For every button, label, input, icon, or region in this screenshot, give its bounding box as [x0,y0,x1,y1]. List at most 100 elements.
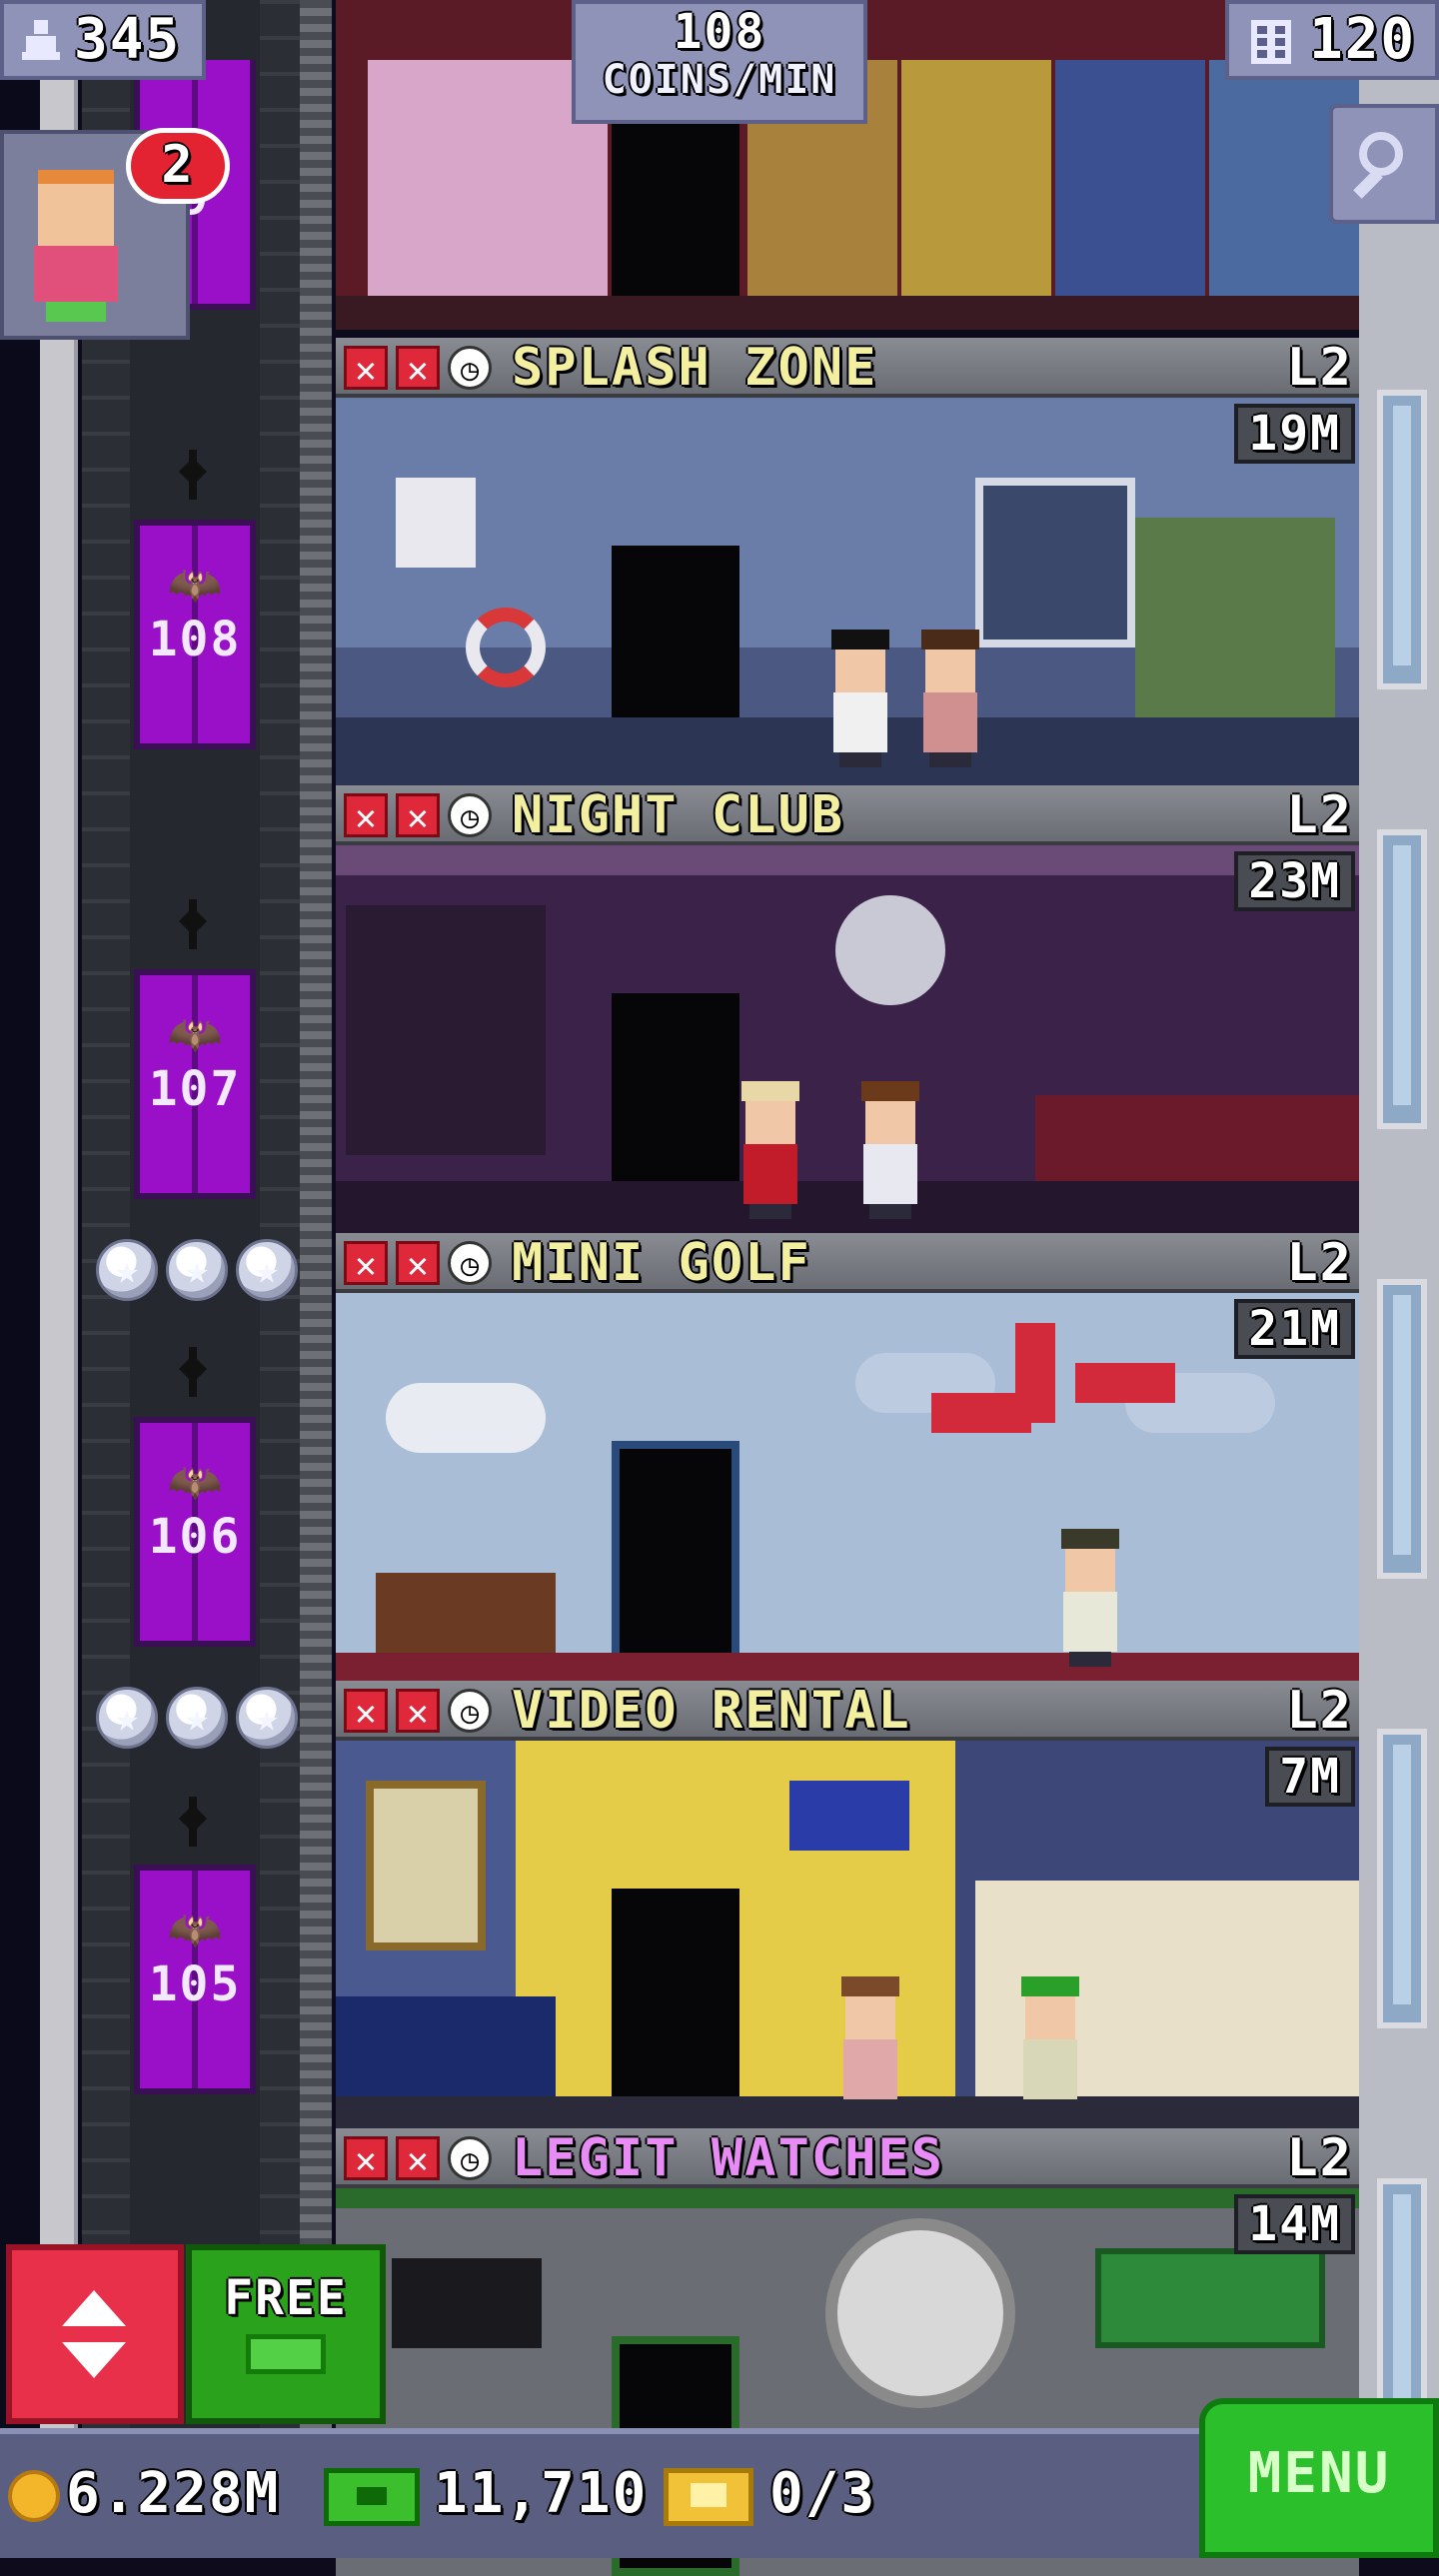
search-button[interactable] [1329,104,1439,224]
coins-rate-unit: COINS/MIN [602,57,837,103]
population-counter[interactable]: 345 [0,0,206,80]
floor-level: L2 [1286,1681,1353,1741]
x-icon: ✕ [396,1689,440,1734]
elevator-marker [178,1347,208,1397]
coins-value: 6.228M [66,2461,281,2526]
floor-night-club[interactable]: ✕ ✕ ◷ NIGHT CLUB L2 23M [336,785,1359,1233]
floor-coins: 7M [1265,1747,1355,1807]
x-icon: ✕ [396,1241,440,1286]
floor-name: NIGHT CLUB [512,785,845,845]
floor-level: L2 [1286,338,1353,398]
star-icon [236,1687,298,1749]
floor-coins: 19M [1234,404,1355,464]
bitizen[interactable] [855,1081,925,1219]
floor-coins: 21M [1234,1299,1355,1359]
floor-name: LEGIT WATCHES [512,2128,944,2188]
floor-room[interactable]: 21M [336,1293,1359,1681]
star-icon [96,1239,158,1301]
floor-title-bar: ✕ ✕ ◷ LEGIT WATCHES L2 [336,2128,1359,2188]
elevator-marker [178,450,208,500]
floor-count-value: 120 [1309,7,1417,72]
floor-door [612,1889,739,2128]
bitizen[interactable] [735,1081,805,1219]
floor-mini-golf[interactable]: ✕ ✕ ◷ MINI GOLF L2 21M [336,1233,1359,1681]
free-bux-button[interactable]: FREE [186,2244,386,2424]
ticket-icon [664,2468,753,2526]
floor-room[interactable]: 19M [336,398,1359,785]
clock-icon [825,2218,1015,2408]
menu-button[interactable]: MENU [1199,2398,1439,2558]
x-icon: ✕ [344,1689,388,1734]
bux-icon [246,2334,326,2374]
elevator-rail [300,0,332,2558]
floor-counter[interactable]: 120 [1225,0,1439,80]
x-icon: ✕ [344,2136,388,2181]
coins-rate-value: 108 [673,4,766,60]
x-icon: ✕ [396,346,440,391]
floor-video-rental[interactable]: ✕ ✕ ◷ VIDEO RENTAL L2 7M [336,1681,1359,2128]
palm-tree [1135,518,1335,737]
elevator-car[interactable]: 🦇 107 [134,969,256,1199]
elevator-car[interactable]: 🦇 106 [134,1417,256,1647]
floor-splash-zone[interactable]: ✕ ✕ ◷ SPLASH ZONE L2 19M [336,338,1359,785]
floor-name: MINI GOLF [512,1233,811,1293]
bitizen[interactable] [1055,1529,1125,1667]
population-value: 345 [74,7,182,72]
notification-badge: 2 [126,128,230,204]
elevator-floor-number: 108 [148,612,242,667]
elevator-floor-number: 106 [148,1509,242,1565]
star-icon [166,1687,228,1749]
floor-level: L2 [1286,2128,1353,2188]
coin-icon [8,2470,60,2522]
legit-sign [1095,2248,1325,2348]
bat-icon: 🦇 [167,1009,223,1060]
bitizen[interactable] [915,630,985,767]
floor-title-bar: ✕ ✕ ◷ VIDEO RENTAL L2 [336,1681,1359,1741]
avatar [38,170,114,246]
clock-icon: ◷ [448,793,492,837]
x-icon: ✕ [396,2136,440,2181]
clock-icon: ◷ [448,346,492,390]
bux-icon [324,2468,420,2526]
elevator-button[interactable] [6,2244,184,2424]
elevator-marker [178,1797,208,1847]
elevator-floor-number: 107 [148,1061,242,1117]
floor-coins: 14M [1234,2194,1355,2254]
floor-room[interactable]: 23M [336,845,1359,1233]
floor-room[interactable]: 7M [336,1741,1359,2128]
star-icon [96,1687,158,1749]
tower-window [1377,1729,1427,2028]
tickets-value: 0/3 [769,2461,877,2526]
bat-icon: 🦇 [167,560,223,611]
x-icon: ✕ [344,346,388,391]
population-icon [22,20,60,60]
floor-door [612,1441,739,1681]
floor-title-bar: ✕ ✕ ◷ NIGHT CLUB L2 [336,785,1359,845]
elevator-car[interactable]: 🦇 105 [134,1865,256,2094]
bitizen[interactable] [835,1976,905,2114]
bitizen[interactable] [825,630,895,767]
lifebuoy-icon [466,608,546,687]
tower-window [1377,829,1427,1129]
bat-icon: 🦇 [167,1905,223,1955]
clock-icon: ◷ [448,1241,492,1285]
tower-window [1377,1279,1427,1579]
tower-window [1377,390,1427,689]
bux-value: 11,710 [434,2461,649,2526]
free-label: FREE [224,2270,348,2326]
x-icon: ✕ [344,793,388,838]
star-icon [166,1239,228,1301]
night-sky [0,0,40,2558]
elevator-marker [178,899,208,949]
x-icon: ✕ [396,793,440,838]
elevator-car[interactable]: 🦇 108 [134,520,256,749]
bitizen[interactable] [1015,1976,1085,2114]
elevator-icon [62,2290,126,2326]
floor-level: L2 [1286,1233,1353,1293]
floor-coins: 23M [1234,851,1355,911]
elevator-floor-number: 105 [148,1956,242,2012]
search-icon [1359,132,1403,176]
floors-icon [1251,20,1291,64]
clock-icon: ◷ [448,2136,492,2180]
disco-ball [835,895,945,1005]
